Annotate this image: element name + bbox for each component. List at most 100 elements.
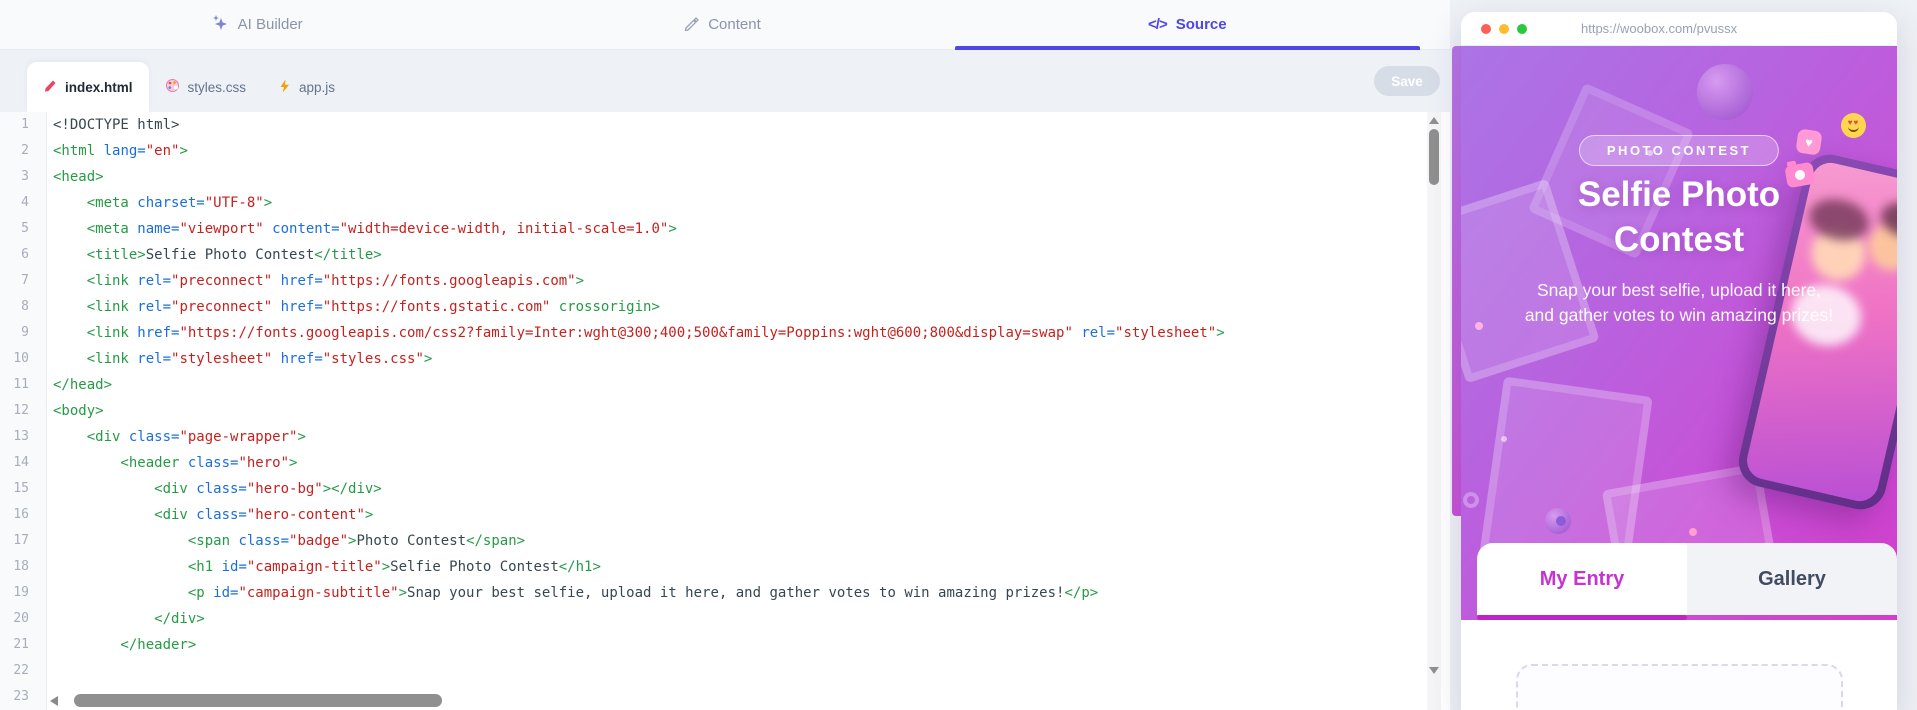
js-file-icon <box>278 79 291 96</box>
code-text: <html lang="en"> <box>47 138 188 164</box>
code-token: <h1 <box>53 559 214 575</box>
code-line: 18 <h1 id="campaign-title">Selfie Photo … <box>0 554 1450 580</box>
tab-label: Content <box>708 16 761 33</box>
code-token: > <box>423 351 433 367</box>
file-tab-styles-css[interactable]: styles.css <box>149 62 263 112</box>
code-line: 20 </div> <box>0 606 1450 632</box>
code-token: <div <box>53 481 188 497</box>
code-token: <p <box>53 585 205 601</box>
code-token: <header <box>53 455 180 471</box>
file-tab-app-js[interactable]: app.js <box>262 62 351 112</box>
line-number: 20 <box>0 606 47 632</box>
code-text: <title>Selfie Photo Contest</title> <box>47 242 382 268</box>
code-token: class= <box>179 455 239 471</box>
code-token: <title> <box>53 247 146 263</box>
code-token: href= <box>272 299 323 315</box>
tab-gallery[interactable]: Gallery <box>1687 543 1897 615</box>
heart-badge-icon: ♥ <box>1795 128 1823 156</box>
code-line: 22 <box>0 658 1450 684</box>
traffic-light-red-icon <box>1481 23 1491 34</box>
line-number: 2 <box>0 138 47 164</box>
code-text: <h1 id="campaign-title">Selfie Photo Con… <box>47 554 601 580</box>
preview-hero-bleed <box>1452 46 1461 516</box>
preview-browser-window: https://woobox.com/pvussx ♥ ♥♥ PHOTO CON… <box>1461 12 1897 710</box>
code-token: rel= <box>128 351 172 367</box>
code-line: 1 <!DOCTYPE html> <box>0 112 1450 138</box>
tab-ai-builder[interactable]: AI Builder <box>24 0 489 49</box>
code-line: 6 <title>Selfie Photo Contest</title> <box>0 242 1450 268</box>
vertical-scroll-thumb[interactable] <box>1429 129 1439 185</box>
upload-dropzone[interactable] <box>1516 664 1843 710</box>
code-token: ></div> <box>322 481 382 497</box>
code-token: </div> <box>53 611 205 627</box>
horizontal-scroll-thumb[interactable] <box>74 694 442 707</box>
code-text: </div> <box>47 606 205 632</box>
code-token: <html <box>53 143 96 159</box>
code-editor[interactable]: 1 <!DOCTYPE html> 2 <html lang="en"> 3 <head>… <box>0 112 1450 710</box>
save-button[interactable]: Save <box>1374 66 1440 96</box>
code-line: 3 <head> <box>0 164 1450 190</box>
tab-label: AI Builder <box>237 16 303 33</box>
code-line: 9 <link href="https://fonts.googleapis.c… <box>0 320 1450 346</box>
tab-source[interactable]: </> Source <box>954 0 1421 50</box>
code-token: <link <box>53 325 129 341</box>
code-line: 10 <link rel="stylesheet" href="styles.c… <box>0 346 1450 372</box>
traffic-light-green-icon <box>1517 23 1527 34</box>
line-number: 12 <box>0 398 47 424</box>
code-text: <meta charset="UTF-8"> <box>47 190 272 216</box>
line-number: 3 <box>0 164 47 190</box>
code-token: lang= <box>95 143 146 159</box>
tab-content[interactable]: Content <box>489 0 954 49</box>
scroll-down-arrow-icon[interactable] <box>1429 667 1439 674</box>
code-token: <div <box>53 507 188 523</box>
code-token: Selfie Photo Contest <box>145 247 315 263</box>
code-text: </header> <box>47 632 196 658</box>
code-token: "viewport" <box>179 221 264 237</box>
tab-my-entry[interactable]: My Entry <box>1477 543 1687 615</box>
code-text: <body> <box>47 398 104 424</box>
code-line: 17 <span class="badge">Photo Contest</sp… <box>0 528 1450 554</box>
code-line: 21 </header> <box>0 632 1450 658</box>
code-token: </p> <box>1064 585 1099 601</box>
mode-tabbar: AI Builder Content </> Source <box>0 0 1450 50</box>
code-token: > <box>289 455 298 471</box>
code-token: > <box>263 195 273 211</box>
code-token: href= <box>272 273 323 289</box>
line-number: 16 <box>0 502 47 528</box>
code-text: <!DOCTYPE html> <box>47 112 179 138</box>
scroll-up-arrow-icon[interactable] <box>1429 117 1439 124</box>
editor-vertical-scrollbar[interactable] <box>1427 112 1441 710</box>
code-text: <span class="badge">Photo Contest</span> <box>47 528 525 554</box>
code-token: </h1> <box>558 559 601 575</box>
confetti-dot <box>1501 436 1507 442</box>
code-token: > <box>398 585 408 601</box>
code-token: "campaign-subtitle" <box>238 585 399 601</box>
builder-panel: AI Builder Content </> Source index.html… <box>0 0 1450 710</box>
traffic-light-yellow-icon <box>1499 23 1509 34</box>
scroll-left-arrow-icon[interactable] <box>50 696 58 706</box>
code-token: "en" <box>145 143 180 159</box>
line-number: 19 <box>0 580 47 606</box>
html-file-icon <box>43 79 57 96</box>
code-token: "styles.css" <box>322 351 424 367</box>
file-tab-index-html[interactable]: index.html <box>27 62 149 112</box>
code-line: 8 <link rel="preconnect" href="https://f… <box>0 294 1450 320</box>
code-token: class= <box>120 429 180 445</box>
code-token: <link <box>53 273 129 289</box>
file-tab-label: index.html <box>65 79 133 95</box>
code-line: 19 <p id="campaign-subtitle">Snap your b… <box>0 580 1450 606</box>
editor-horizontal-scrollbar[interactable] <box>47 693 1420 709</box>
code-token: <!DOCTYPE html> <box>53 117 180 133</box>
code-token: "https://fonts.googleapis.com" <box>322 273 576 289</box>
code-token: class= <box>187 481 247 497</box>
code-line: 12 <body> <box>0 398 1450 424</box>
code-token: name= <box>128 221 180 237</box>
code-token: > <box>381 559 391 575</box>
code-token: <head> <box>53 169 104 185</box>
code-token: > <box>179 143 188 159</box>
line-number: 22 <box>0 658 47 684</box>
code-token: "preconnect" <box>171 273 273 289</box>
code-text: <p id="campaign-subtitle">Snap your best… <box>47 580 1098 606</box>
code-token: </header> <box>53 637 197 653</box>
